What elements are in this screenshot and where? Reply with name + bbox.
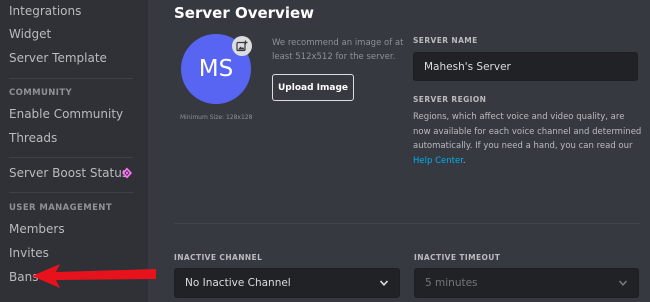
section-divider <box>174 223 640 224</box>
server-region-label: SERVER REGION <box>413 95 487 104</box>
server-overview-panel: Server Overview MS Minimum Size: 128x128… <box>148 0 650 302</box>
image-recommendation-text: We recommend an image of at least 512x51… <box>272 38 404 62</box>
server-region-text: Regions, which affect voice and video qu… <box>413 112 642 152</box>
page-title: Server Overview <box>174 4 314 22</box>
inactive-timeout-label: INACTIVE TIMEOUT <box>414 253 501 262</box>
sidebar-header-user-management: USER MANAGEMENT <box>9 203 113 213</box>
sidebar-divider <box>9 157 133 158</box>
avatar-initials: MS <box>198 56 234 82</box>
image-add-icon[interactable] <box>232 36 252 56</box>
sidebar-header-community: COMMUNITY <box>9 88 73 98</box>
inactive-channel-value: No Inactive Channel <box>185 277 291 289</box>
sidebar-item-server-boost-status[interactable]: Server Boost Status <box>9 166 128 180</box>
chevron-down-icon <box>618 280 628 286</box>
sidebar-divider <box>9 78 133 79</box>
sidebar-item-server-template[interactable]: Server Template <box>9 51 107 65</box>
server-name-input[interactable]: Mahesh's Server <box>413 52 638 81</box>
red-arrow-annotation <box>32 264 156 288</box>
avatar-min-size-note: Minimum Size: 128x128 <box>180 114 253 121</box>
boost-gem-icon <box>122 167 132 179</box>
upload-image-button[interactable]: Upload Image <box>272 74 354 101</box>
settings-sidebar: Integrations Widget Server Template COMM… <box>0 0 148 302</box>
help-center-suffix: . <box>462 156 466 167</box>
sidebar-item-integrations[interactable]: Integrations <box>9 4 81 18</box>
sidebar-item-widget[interactable]: Widget <box>9 27 51 41</box>
server-name-value: Mahesh's Server <box>424 60 511 73</box>
inactive-timeout-select[interactable]: 5 minutes <box>414 268 639 298</box>
sidebar-divider <box>9 192 133 193</box>
server-name-label: SERVER NAME <box>413 36 478 45</box>
sidebar-item-members[interactable]: Members <box>9 222 65 236</box>
help-center-link[interactable]: Help Center <box>413 156 463 166</box>
sidebar-item-enable-community[interactable]: Enable Community <box>9 107 123 121</box>
sidebar-item-threads[interactable]: Threads <box>9 131 57 145</box>
inactive-channel-select[interactable]: No Inactive Channel <box>174 268 400 298</box>
server-region-description: Regions, which affect voice and video qu… <box>413 110 643 169</box>
inactive-timeout-value: 5 minutes <box>425 277 478 289</box>
inactive-channel-label: INACTIVE CHANNEL <box>174 253 263 262</box>
chevron-down-icon <box>379 280 389 286</box>
